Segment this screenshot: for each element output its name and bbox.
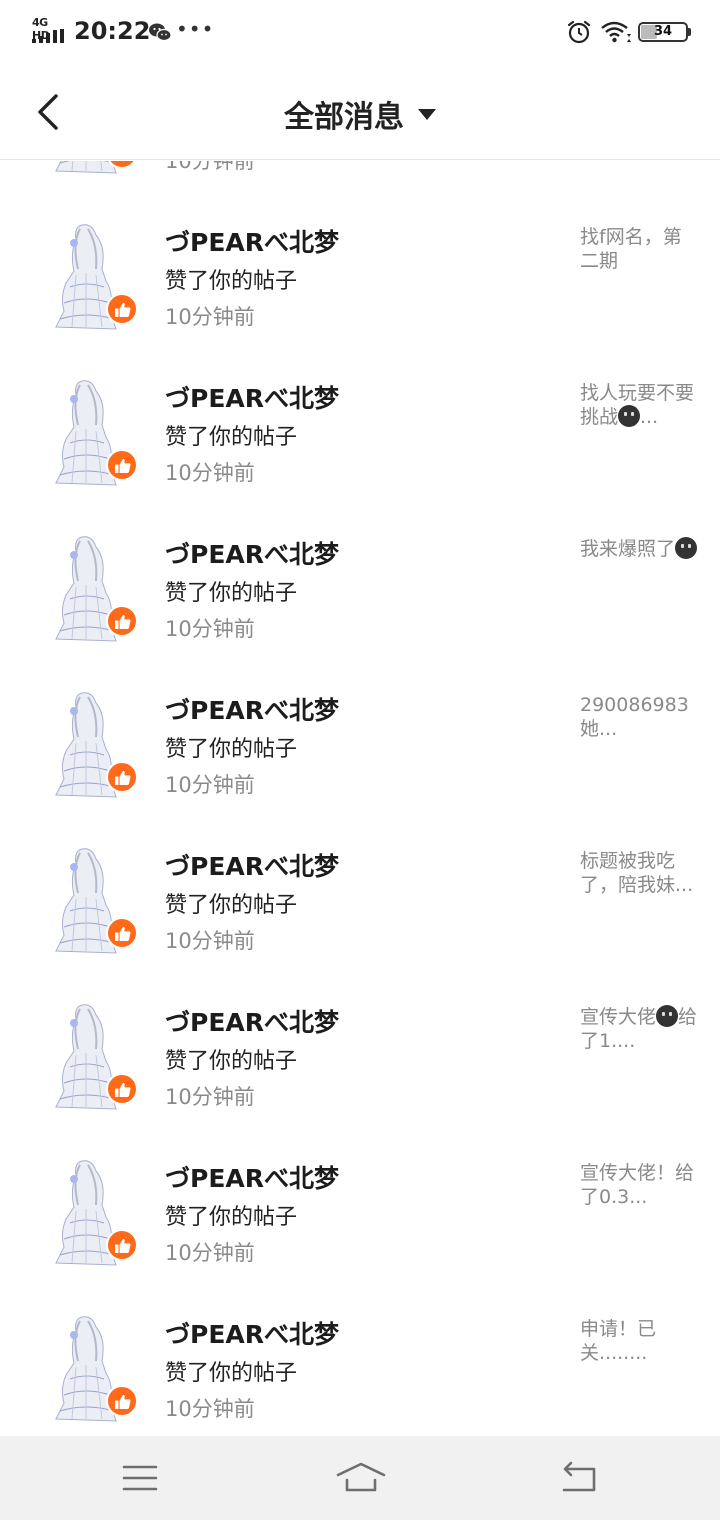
message-item[interactable]: づPEARべ北梦 赞了你的帖子 10分钟前 找人玩要不要挑战... <box>0 317 720 486</box>
sender-name[interactable]: づPEARべ北梦 <box>165 847 339 883</box>
home-icon <box>336 1462 386 1492</box>
sender-name[interactable]: づPEARべ北梦 <box>165 691 339 727</box>
wechat-icon <box>149 23 172 42</box>
action-text: 赞了你的帖子 <box>165 581 298 606</box>
post-preview[interactable]: 宣传大佬！给了0.3... <box>580 1161 698 1209</box>
sender-name[interactable]: づPEARべ北梦 <box>165 379 339 415</box>
status-time: 20:22 <box>74 17 151 45</box>
post-preview[interactable]: 290086983她... <box>580 693 698 741</box>
post-preview[interactable]: 找f网名，第二期 <box>580 225 698 273</box>
message-list[interactable]: づPEARべ北梦 赞了你的帖子 10分钟前 づPEARべ北梦 赞了你的帖子 10… <box>0 161 720 1436</box>
signal-icon: 4G HD <box>32 16 68 44</box>
preview-text: 标题被我吃了，陪我妹... <box>580 850 694 896</box>
battery-level: 34 <box>653 24 673 39</box>
like-badge <box>106 1385 138 1417</box>
preview-text: 宣传大佬！给了0.3... <box>580 1162 695 1208</box>
sender-name[interactable]: づPEARべ北梦 <box>165 223 339 259</box>
preview-text: 290086983她... <box>580 694 689 740</box>
action-text: 赞了你的帖子 <box>165 1049 298 1074</box>
sender-name[interactable]: づPEARべ北梦 <box>165 1003 339 1039</box>
battery-icon: 34 <box>638 22 688 42</box>
menu-icon <box>122 1465 158 1491</box>
page-title: 全部消息 <box>284 100 404 135</box>
action-text: 赞了你的帖子 <box>165 893 298 918</box>
preview-text: ... <box>640 406 659 428</box>
action-text: 赞了你的帖子 <box>165 425 298 450</box>
sender-name[interactable]: づPEARべ北梦 <box>165 535 339 571</box>
alarm-icon <box>567 20 591 44</box>
post-preview[interactable]: 找人玩要不要挑战... <box>580 381 698 429</box>
home-button[interactable] <box>336 1458 386 1498</box>
preview-text: 申请！已关........ <box>580 1318 657 1364</box>
message-item[interactable]: づPEARべ北梦 赞了你的帖子 10分钟前 标题被我吃了，陪我妹... <box>0 785 720 954</box>
sender-name[interactable]: づPEARべ北梦 <box>165 1315 339 1351</box>
sender-name[interactable]: づPEARべ北梦 <box>165 1159 339 1195</box>
message-item[interactable]: づPEARべ北梦 赞了你的帖子 10分钟前 找f网名，第二期 <box>0 161 720 330</box>
post-preview[interactable]: 我来爆照了 <box>580 537 698 561</box>
back-icon <box>562 1461 596 1492</box>
message-item[interactable]: づPEARべ北梦 赞了你的帖子 10分钟前 我来爆照了 <box>0 473 720 642</box>
message-item[interactable]: づPEARべ北梦 赞了你的帖子 10分钟前 290086983她... <box>0 629 720 798</box>
menu-button[interactable] <box>118 1458 162 1498</box>
smiley-emoji-icon <box>656 1005 679 1027</box>
status-bar: 4G HD 20:22 ••• 34 <box>0 0 720 64</box>
post-preview[interactable]: 申请！已关........ <box>580 1317 698 1365</box>
preview-text: 宣传大佬 <box>580 1006 657 1028</box>
message-filter-dropdown[interactable]: 全部消息 <box>0 92 720 136</box>
timestamp: 10分钟前 <box>165 1397 255 1421</box>
smiley-emoji-icon <box>618 405 641 427</box>
post-preview[interactable]: 宣传大佬 给了1.... <box>580 1005 698 1053</box>
action-text: 赞了你的帖子 <box>165 269 298 294</box>
system-nav-bar <box>0 1436 720 1520</box>
thumbs-up-icon <box>115 1394 131 1409</box>
header-bar: 全部消息 <box>0 64 720 160</box>
message-item[interactable]: づPEARべ北梦 赞了你的帖子 10分钟前 宣传大佬！给了0.3... <box>0 1097 720 1266</box>
action-text: 赞了你的帖子 <box>165 737 298 762</box>
post-preview[interactable]: 标题被我吃了，陪我妹... <box>580 849 698 897</box>
preview-text: 找f网名，第二期 <box>580 226 682 272</box>
message-item[interactable]: づPEARべ北梦 赞了你的帖子 10分钟前 申请！已关........ <box>0 1253 720 1422</box>
smiley-emoji-icon <box>675 537 698 559</box>
back-nav-button[interactable] <box>558 1458 602 1498</box>
dropdown-caret-icon <box>418 108 436 120</box>
more-dots-icon: ••• <box>176 17 215 41</box>
message-item[interactable]: づPEARべ北梦 赞了你的帖子 10分钟前 宣传大佬 给了1.... <box>0 941 720 1110</box>
wifi-icon <box>601 21 631 43</box>
preview-text: 我来爆照了 <box>580 538 676 560</box>
action-text: 赞了你的帖子 <box>165 1205 298 1230</box>
action-text: 赞了你的帖子 <box>165 1361 298 1386</box>
